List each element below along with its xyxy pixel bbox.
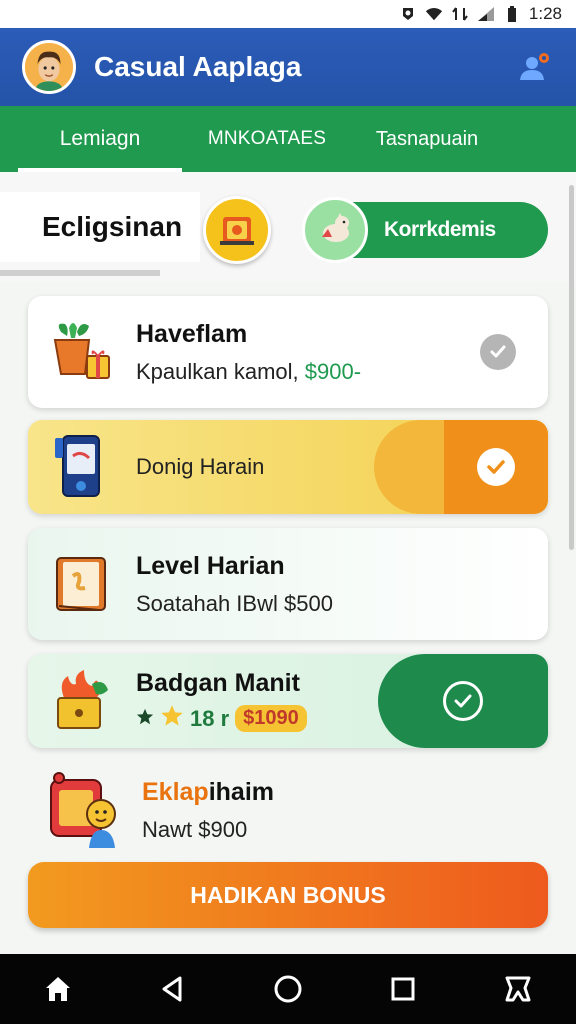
scrollbar[interactable] <box>569 185 574 550</box>
system-nav-bar <box>0 954 576 1024</box>
check-icon[interactable] <box>477 448 515 486</box>
pill-button[interactable]: Korrkdemis <box>302 197 548 263</box>
bonus-button[interactable]: HADIKAN BONUS <box>28 862 548 928</box>
task-card-haveflam[interactable]: Haveflam Kpaulkan kamol, $900- <box>28 296 548 408</box>
card-title: Haveflam <box>136 319 248 348</box>
fire-pot-icon <box>46 666 116 736</box>
card-subtitle-text: Kpaulkan kamol, <box>136 358 299 384</box>
task-card-donig-harain[interactable]: Donig Harain <box>28 420 548 514</box>
phone-app-icon <box>46 432 116 502</box>
profile-settings-icon[interactable] <box>514 47 554 87</box>
tab-tasnapuain[interactable]: Tasnapuain <box>352 106 502 172</box>
back-icon[interactable] <box>148 964 198 1014</box>
potted-plant-gift-icon <box>46 317 116 387</box>
item-title-part-b: ihaim <box>208 777 274 806</box>
price-badge: $1090 <box>235 705 307 732</box>
tab-mnkoataes[interactable]: MNKOATAES <box>182 106 352 172</box>
task-card-level-harian[interactable]: Level Harian Soatahah IBwl $500 <box>28 528 548 640</box>
rating-value: 18 r <box>190 705 230 731</box>
accessibility-icon[interactable] <box>493 964 543 1014</box>
section-title-wrap: Ecligsinan <box>0 192 200 262</box>
dark-star-icon <box>136 706 154 732</box>
avatar[interactable] <box>22 40 76 94</box>
wifi-icon <box>425 5 443 23</box>
status-cap <box>374 420 548 514</box>
notification-icon <box>399 5 417 23</box>
gift-box-icon[interactable] <box>203 196 271 264</box>
battery-icon <box>503 5 521 23</box>
status-time: 1:28 <box>528 4 562 23</box>
home-circle-icon[interactable] <box>263 964 313 1014</box>
signal-icon <box>477 5 495 23</box>
card-price: $900- <box>304 358 362 384</box>
check-icon[interactable] <box>443 681 483 721</box>
section-title: Ecligsinan <box>42 211 183 242</box>
data-icon <box>451 5 469 23</box>
app-bar: Casual Aaplaga <box>0 28 576 106</box>
tab-lemiagn[interactable]: Lemiagn <box>0 106 182 172</box>
status-cap <box>378 654 548 748</box>
gold-star-icon <box>160 704 184 734</box>
pet-icon <box>302 197 368 263</box>
item-title: Eklapihaim <box>142 778 274 807</box>
status-bar: 1:28 <box>0 0 576 28</box>
card-subtitle: Soatahah IBwl $500 <box>136 590 333 616</box>
item-title-part-a: Eklap <box>142 777 209 806</box>
item-subtitle: Nawt $900 <box>142 816 248 842</box>
card-subtitle: Kpaulkan kamol, $900- <box>136 359 480 385</box>
section-header: Ecligsinan Korrkdemis <box>0 172 576 282</box>
section-underline <box>0 270 160 276</box>
home-icon[interactable] <box>33 964 83 1014</box>
card-title: Level Harian <box>136 551 285 580</box>
task-item-eklapihaim[interactable]: Eklapihaim Nawt $900 <box>28 770 548 850</box>
app-title: Casual Aaplaga <box>94 51 302 82</box>
character-card-icon <box>42 770 132 850</box>
tab-bar: Lemiagn MNKOATAES Tasnapuain <box>0 106 576 172</box>
pill-label: Korrkdemis <box>384 218 496 241</box>
task-card-badgan-manit[interactable]: Badgan Manit 18 r $1090 <box>28 654 548 748</box>
check-done-icon[interactable] <box>480 334 516 370</box>
notebook-icon <box>46 549 116 619</box>
recents-icon[interactable] <box>378 964 428 1014</box>
